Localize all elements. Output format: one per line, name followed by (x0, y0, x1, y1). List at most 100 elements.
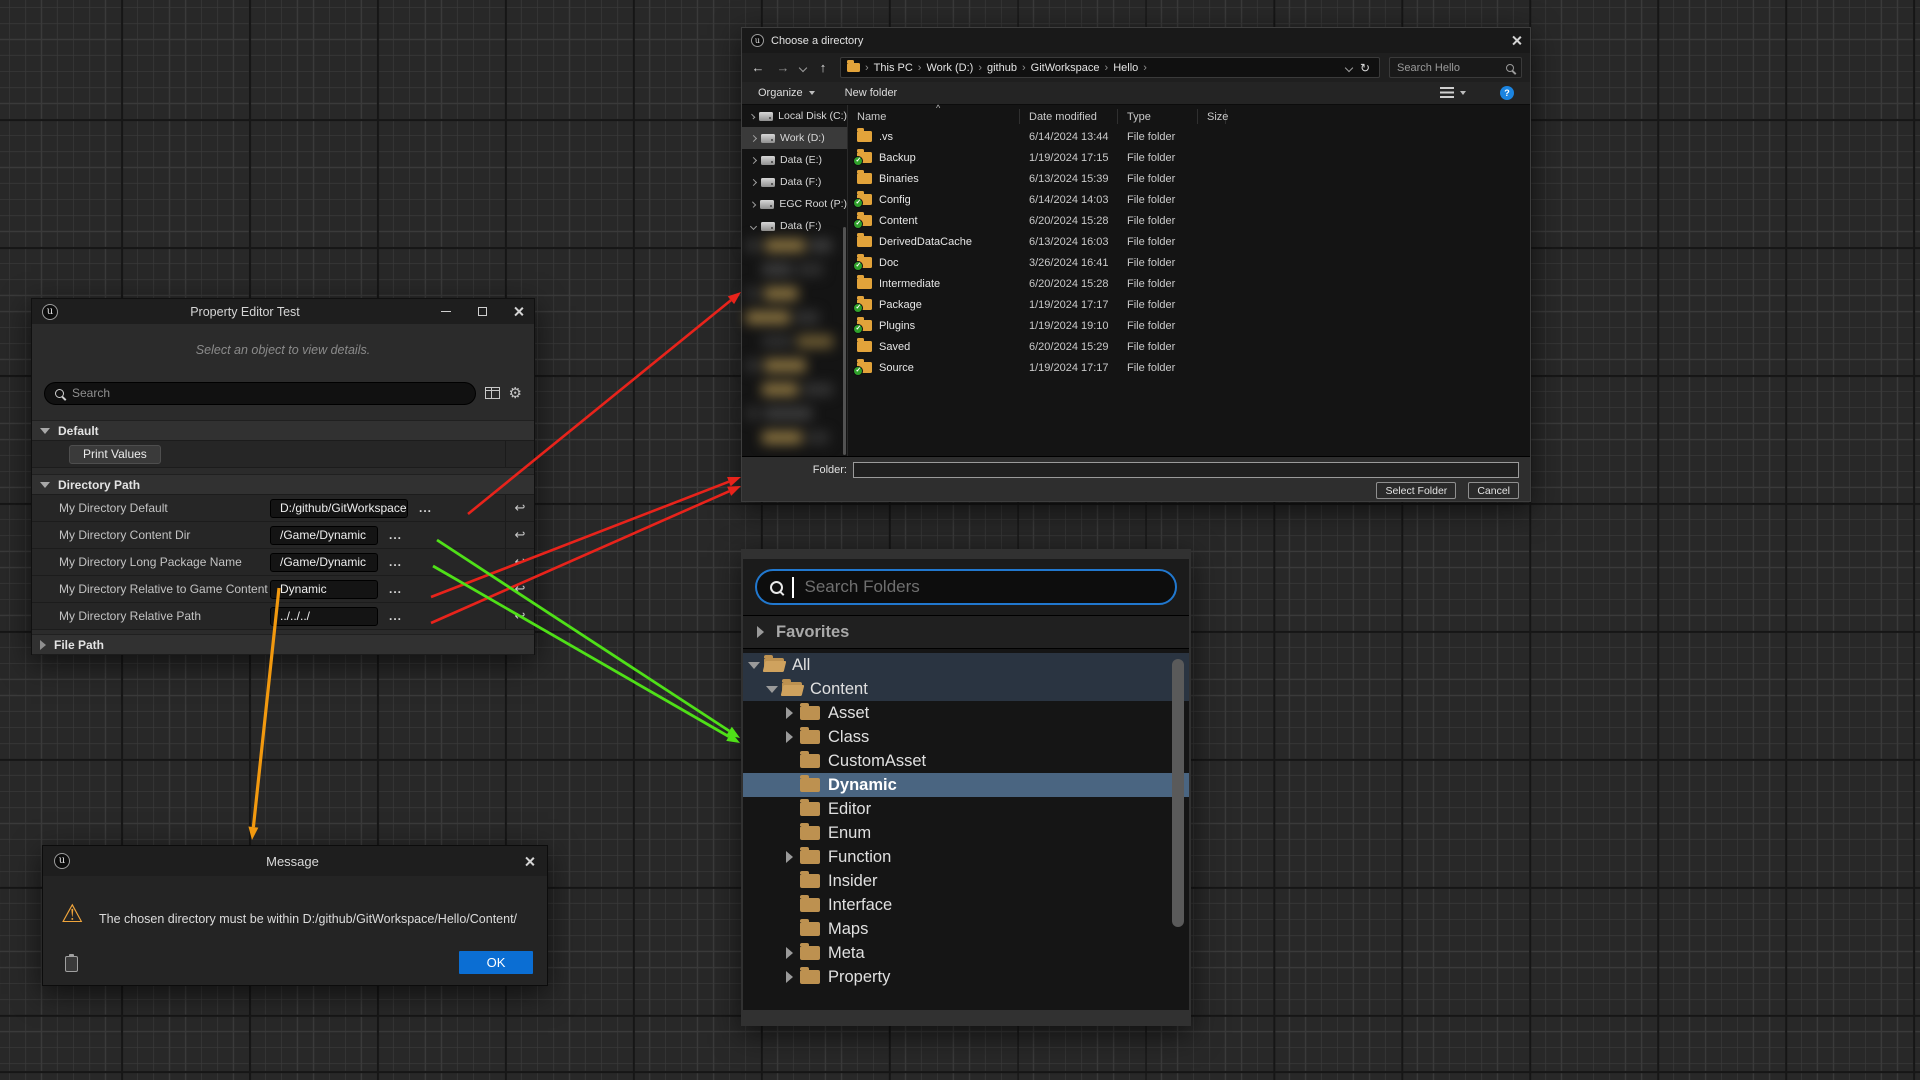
select-folder-button[interactable]: Select Folder (1376, 482, 1456, 499)
sidebar-item-egc-root-p[interactable]: EGC Root (P:) (742, 193, 847, 215)
tree-item-meta[interactable]: Meta (743, 941, 1189, 965)
property-value-field[interactable]: Dynamic (270, 580, 378, 599)
expand-chevron-icon[interactable] (750, 178, 757, 185)
dialog-titlebar[interactable]: u Choose a directory (742, 28, 1530, 53)
dialog-search-input[interactable]: Search Hello (1389, 57, 1522, 78)
file-row[interactable]: Source 1/19/2024 17:17 File folder (848, 357, 1530, 378)
sidebar-scrollbar[interactable] (843, 227, 846, 455)
tree-item-dynamic-selected[interactable]: Dynamic (743, 773, 1189, 797)
expand-arrow-icon[interactable] (786, 851, 793, 863)
print-values-button[interactable]: Print Values (69, 445, 161, 464)
cancel-button[interactable]: Cancel (1468, 482, 1519, 499)
forward-button[interactable]: → (775, 60, 791, 75)
column-header-name[interactable]: Name ^ (848, 109, 1020, 124)
section-header-default[interactable]: Default (32, 420, 534, 441)
sidebar-item-data-e[interactable]: Data (E:) (742, 149, 847, 171)
view-mode-dropdown-icon[interactable] (1460, 91, 1466, 95)
tree-item-insider[interactable]: Insider (743, 869, 1189, 893)
file-row[interactable]: Content 6/20/2024 15:28 File folder (848, 210, 1530, 231)
sidebar-item-work-d[interactable]: Work (D:) (742, 127, 847, 149)
reset-to-default-button[interactable]: ↩ (505, 603, 534, 629)
breadcrumb-this-pc[interactable]: This PC (874, 62, 913, 74)
new-folder-button[interactable]: New folder (845, 87, 898, 99)
tree-item-enum[interactable]: Enum (743, 821, 1189, 845)
expand-chevron-icon[interactable] (750, 134, 757, 141)
collapse-arrow-icon[interactable] (766, 686, 778, 693)
address-bar[interactable]: › This PC › Work (D:) › github › GitWork… (840, 57, 1380, 78)
close-button[interactable] (1502, 28, 1530, 53)
sidebar-item-local-disk-c[interactable]: Local Disk (C:) (742, 105, 847, 127)
file-row[interactable]: Doc 3/26/2024 16:41 File folder (848, 252, 1530, 273)
browse-directory-button[interactable]: ... (389, 609, 402, 623)
property-value-field[interactable]: /Game/Dynamic (270, 526, 378, 545)
expand-arrow-icon[interactable] (786, 971, 793, 983)
refresh-icon[interactable]: ↻ (1357, 61, 1373, 75)
settings-gear-icon[interactable]: ⚙ (509, 386, 522, 401)
minimize-button[interactable] (432, 299, 460, 324)
property-value-field[interactable]: /Game/Dynamic (270, 553, 378, 572)
section-header-directory-path[interactable]: Directory Path (32, 474, 534, 495)
breadcrumb-work-d[interactable]: Work (D:) (926, 62, 973, 74)
tree-item-property[interactable]: Property (743, 965, 1189, 989)
file-row[interactable]: Plugins 1/19/2024 19:10 File folder (848, 315, 1530, 336)
expand-arrow-icon[interactable] (786, 707, 793, 719)
expand-chevron-icon[interactable] (750, 156, 757, 163)
property-editor-titlebar[interactable]: u Property Editor Test (32, 299, 534, 324)
display-settings-icon[interactable] (485, 387, 500, 399)
browse-directory-button[interactable]: ... (419, 501, 432, 515)
reset-to-default-button[interactable]: ↩ (505, 495, 534, 521)
expand-chevron-icon[interactable] (750, 113, 756, 119)
favorites-section-header[interactable]: Favorites (743, 615, 1189, 649)
tree-item-function[interactable]: Function (743, 845, 1189, 869)
tree-item-interface[interactable]: Interface (743, 893, 1189, 917)
close-button[interactable] (515, 846, 543, 876)
tree-item-all[interactable]: All (743, 653, 1189, 677)
tree-item-customasset[interactable]: CustomAsset (743, 749, 1189, 773)
tree-item-maps[interactable]: Maps (743, 917, 1189, 941)
browse-directory-button[interactable]: ... (389, 555, 402, 569)
reset-to-default-button[interactable]: ↩ (505, 576, 534, 602)
tree-item-content[interactable]: Content (743, 677, 1189, 701)
tree-item-asset[interactable]: Asset (743, 701, 1189, 725)
help-icon[interactable]: ? (1500, 86, 1514, 100)
organize-button[interactable]: Organize (758, 87, 803, 99)
back-button[interactable]: ← (750, 60, 766, 75)
tree-scrollbar[interactable] (1172, 659, 1184, 927)
view-mode-icon[interactable] (1440, 87, 1454, 99)
sidebar-item-data-f[interactable]: Data (F:) (742, 171, 847, 193)
file-row[interactable]: .vs 6/14/2024 13:44 File folder (848, 126, 1530, 147)
file-row[interactable]: Backup 1/19/2024 17:15 File folder (848, 147, 1530, 168)
expand-arrow-icon[interactable] (786, 731, 793, 743)
browse-directory-button[interactable]: ... (389, 582, 402, 596)
expand-chevron-icon[interactable] (750, 201, 757, 208)
breadcrumb-hello[interactable]: Hello (1113, 62, 1138, 74)
breadcrumb-github[interactable]: github (987, 62, 1017, 74)
property-value-field[interactable]: D:/github/GitWorkspace (270, 499, 408, 518)
close-button[interactable] (504, 299, 532, 324)
recent-locations-chevron-icon[interactable] (799, 63, 807, 71)
tree-item-editor[interactable]: Editor (743, 797, 1189, 821)
column-header-type[interactable]: Type (1118, 109, 1198, 124)
column-header-size[interactable]: Size (1198, 109, 1226, 124)
column-header-date-modified[interactable]: Date modified (1020, 109, 1118, 124)
search-folders-input[interactable]: Search Folders (755, 569, 1177, 605)
expand-arrow-icon[interactable] (786, 947, 793, 959)
file-row[interactable]: Package 1/19/2024 17:17 File folder (848, 294, 1530, 315)
folder-name-input[interactable] (853, 462, 1519, 478)
file-row[interactable]: Saved 6/20/2024 15:29 File folder (848, 336, 1530, 357)
file-row[interactable]: Intermediate 6/20/2024 15:28 File folder (848, 273, 1530, 294)
maximize-button[interactable] (468, 299, 496, 324)
address-dropdown-chevron-icon[interactable] (1345, 63, 1353, 71)
collapse-arrow-icon[interactable] (748, 662, 760, 669)
tree-item-class[interactable]: Class (743, 725, 1189, 749)
file-row[interactable]: DerivedDataCache 6/13/2024 16:03 File fo… (848, 231, 1530, 252)
browse-directory-button[interactable]: ... (389, 528, 402, 542)
message-titlebar[interactable]: u Message (43, 846, 547, 876)
reset-to-default-button[interactable]: ↩ (505, 549, 534, 575)
section-header-file-path[interactable]: File Path (32, 634, 534, 655)
copy-to-clipboard-icon[interactable] (65, 956, 78, 972)
ok-button[interactable]: OK (459, 951, 533, 974)
breadcrumb-gitworkspace[interactable]: GitWorkspace (1031, 62, 1100, 74)
file-row[interactable]: Config 6/14/2024 14:03 File folder (848, 189, 1530, 210)
details-search-input[interactable]: Search (44, 382, 476, 405)
